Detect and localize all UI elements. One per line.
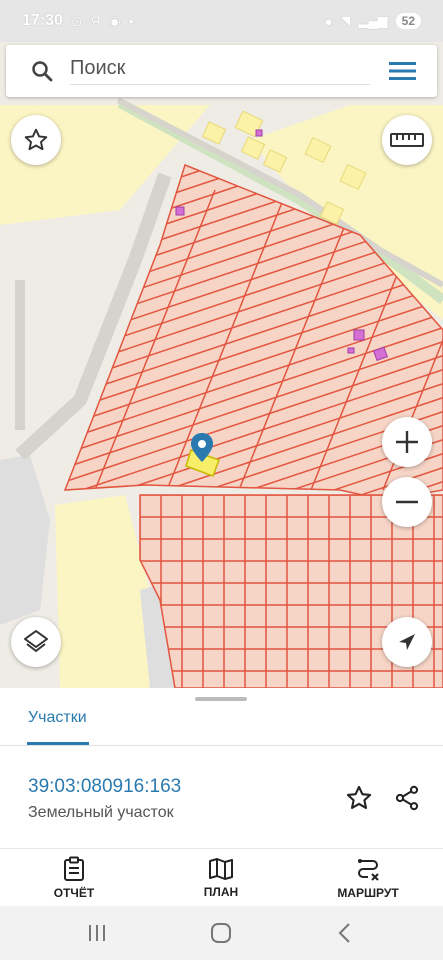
my-location-button[interactable]: [382, 617, 432, 667]
status-bar: 17:30 ⊙ Я ◉ • ● ◥ ▂▄▆ 52: [0, 0, 443, 42]
cadastral-map[interactable]: [0, 42, 443, 688]
map-canvas: [0, 42, 443, 688]
layers-button[interactable]: [11, 617, 61, 667]
navigation-arrow-icon: [399, 634, 415, 650]
parcel-cadastral-number[interactable]: 39:03:080916:163: [28, 776, 181, 798]
menu-icon[interactable]: [387, 58, 419, 84]
nav-plan[interactable]: ПЛАН: [161, 849, 281, 907]
zoom-in-button[interactable]: [382, 417, 432, 467]
search-icon[interactable]: [20, 45, 64, 97]
parcel-type: Земельный участок: [28, 804, 174, 821]
star-icon: [24, 128, 48, 151]
tab-indicator: [27, 742, 89, 745]
plus-icon: [396, 431, 418, 453]
search-bar: [6, 45, 437, 97]
favorites-button[interactable]: [11, 115, 61, 165]
status-right: ● ◥ ▂▄▆ 52: [325, 13, 421, 29]
panel-drag-handle[interactable]: [195, 697, 247, 701]
route-icon: [358, 859, 379, 881]
star-icon: [346, 785, 372, 809]
recent-apps-icon[interactable]: [85, 922, 109, 944]
ruler-button[interactable]: [382, 115, 432, 165]
back-icon[interactable]: [335, 922, 355, 944]
zoom-out-button[interactable]: [382, 477, 432, 527]
ruler-icon: [390, 133, 424, 147]
minus-icon: [396, 500, 418, 504]
layers-icon: [24, 630, 48, 652]
home-icon[interactable]: [209, 922, 233, 944]
tab-parcels[interactable]: Участки: [28, 709, 87, 727]
nav-report[interactable]: ОТЧЁТ: [14, 849, 134, 907]
search-input[interactable]: [70, 57, 370, 85]
map-icon: [209, 858, 233, 880]
clipboard-icon: [64, 856, 84, 881]
signal-icon: ▂▄▆: [358, 13, 388, 28]
location-icon: ●: [324, 13, 333, 29]
nav-plan-label: ПЛАН: [203, 885, 239, 899]
battery-badge: 52: [395, 13, 421, 29]
nav-route[interactable]: МАРШРУТ: [308, 849, 428, 907]
bottom-nav: ОТЧЁТ ПЛАН МАРШРУТ: [0, 848, 443, 906]
nav-route-label: МАРШРУТ: [337, 886, 399, 900]
status-time: 17:30: [22, 12, 63, 29]
nav-report-label: ОТЧЁТ: [53, 886, 95, 900]
share-button[interactable]: [391, 782, 423, 814]
save-parcel-button[interactable]: [343, 782, 375, 814]
system-nav-bar: [0, 906, 443, 960]
notification-icons: ⊙ Я ◉ •: [70, 12, 136, 29]
wifi-icon: ◥: [340, 13, 351, 28]
parcel-card[interactable]: 39:03:080916:163 Земельный участок: [0, 747, 443, 847]
share-icon: [395, 785, 419, 811]
